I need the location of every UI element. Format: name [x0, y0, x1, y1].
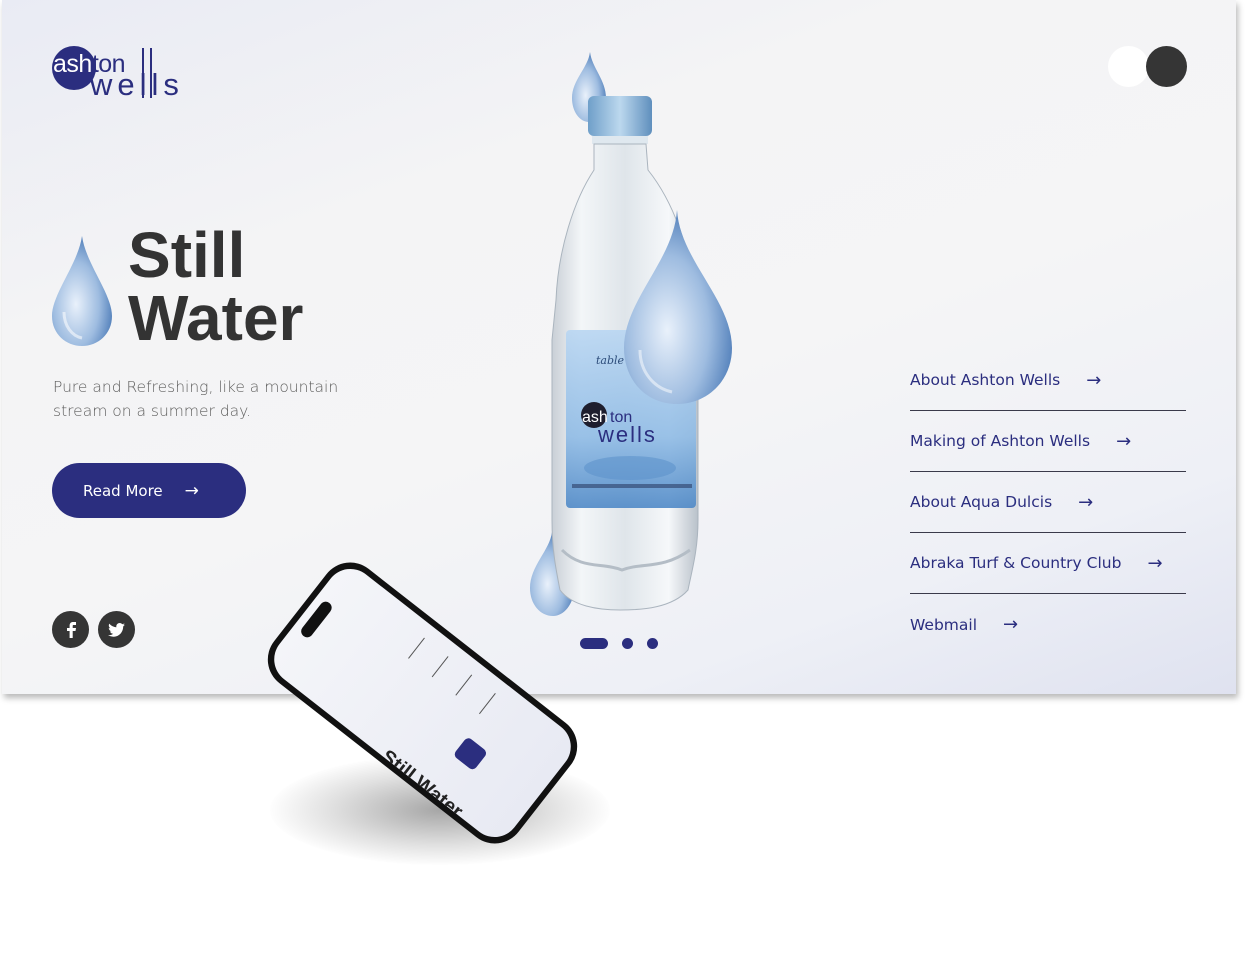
theme-toggle[interactable]: [1108, 46, 1188, 88]
arrow-right-icon: →: [1147, 552, 1163, 574]
nav-item-about-ashton-wells[interactable]: About Ashton Wells →: [910, 350, 1186, 411]
nav-item-about-aqua-dulcis[interactable]: About Aqua Dulcis →: [910, 472, 1186, 533]
carousel-dot-1[interactable]: [580, 638, 608, 649]
carousel-dots: [580, 637, 670, 651]
hero-subtitle: Pure and Refreshing, like a mountain str…: [53, 378, 339, 420]
nav-item-label: Webmail: [910, 615, 978, 634]
nav-item-abraka-turf[interactable]: Abraka Turf & Country Club →: [910, 533, 1186, 594]
nav-item-making-of-ashton-wells[interactable]: Making of Ashton Wells →: [910, 411, 1186, 472]
arrow-right-icon: →: [1116, 430, 1132, 452]
logo-word-wells: wells: [90, 67, 184, 102]
water-drop-icon: [52, 236, 112, 346]
arrow-right-icon: →: [1003, 614, 1019, 635]
hero-card: ashton wells Still Water Pure and Refres…: [2, 0, 1236, 694]
page-title: Still Water: [128, 219, 304, 354]
nav-item-webmail[interactable]: Webmail →: [910, 594, 1186, 655]
read-more-button[interactable]: Read More →: [52, 463, 246, 518]
side-nav: About Ashton Wells → Making of Ashton We…: [910, 350, 1186, 655]
title-line-1: Still: [128, 219, 246, 291]
water-bottle-image: table water ash ton wells: [530, 52, 732, 616]
facebook-icon[interactable]: [52, 611, 89, 648]
read-more-label: Read More: [83, 481, 163, 500]
twitter-icon[interactable]: [98, 611, 135, 648]
phone-notch: [298, 599, 334, 641]
arrow-right-icon: →: [184, 480, 199, 501]
nav-item-label: About Ashton Wells: [910, 371, 1061, 389]
nav-item-label: Abraka Turf & Country Club: [910, 554, 1122, 572]
arrow-right-icon: →: [1078, 491, 1094, 513]
arrow-right-icon: →: [1086, 369, 1102, 391]
svg-text:wells: wells: [597, 422, 657, 447]
title-line-2: Water: [128, 282, 304, 354]
carousel-dot-3[interactable]: [647, 638, 658, 649]
ashton-wells-logo[interactable]: ashton wells: [52, 44, 192, 104]
carousel-dot-2[interactable]: [622, 638, 633, 649]
dark-mode-circle-icon[interactable]: [1146, 46, 1187, 87]
nav-item-label: About Aqua Dulcis: [910, 493, 1053, 511]
light-mode-circle-icon[interactable]: [1108, 46, 1149, 87]
nav-item-label: Making of Ashton Wells: [910, 432, 1091, 450]
mockup-button: [452, 736, 489, 772]
